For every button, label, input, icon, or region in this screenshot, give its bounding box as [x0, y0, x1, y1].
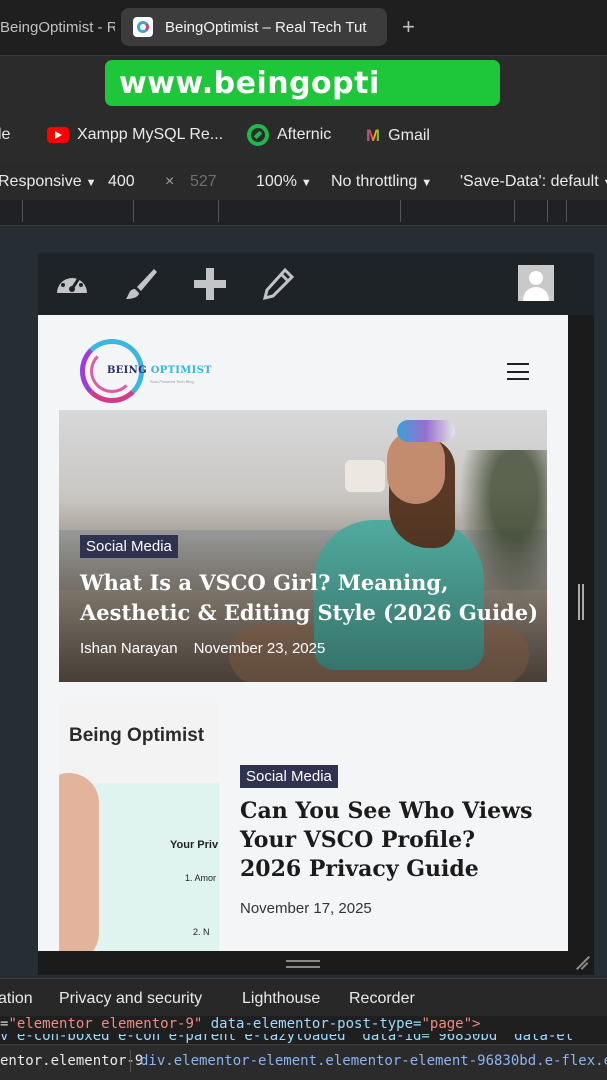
browser-tab-inactive[interactable]: BeingOptimist - R [0, 8, 115, 46]
wp-admin-bar [38, 253, 594, 315]
address-bar-row: www.beingopti [0, 55, 607, 108]
thumbnail-list-item: 2. N [193, 927, 210, 937]
attr-name: data-elementor-post-type= [210, 1016, 422, 1032]
menu-hamburger-icon[interactable] [507, 363, 529, 380]
site-logo[interactable]: BEING OPTIMIST Solo-Powered Tech Blog [80, 339, 212, 405]
bookmark-gmail[interactable]: M Gmail [366, 126, 430, 146]
attr-value: "elementor elementor-9" [8, 1016, 203, 1032]
bookmark-label: Xampp MySQL Re... [77, 126, 224, 143]
elements-breadcrumb: entor.elementor-9 div.elementor-element.… [0, 1044, 607, 1080]
thumbnail-list-item: 1. Amor [185, 873, 217, 883]
zoom-value: 100% [256, 173, 297, 190]
gmail-icon: M [366, 126, 381, 145]
device-ruler [0, 200, 607, 226]
elements-code-line[interactable]: ="elementor elementor-9" data-elementor-… [0, 1016, 607, 1034]
viewport-width-input[interactable]: 400 [108, 173, 135, 191]
featured-article-card[interactable]: Social Media What Is a VSCO Girl? Meanin… [59, 410, 547, 682]
attr-value: "page"> [421, 1016, 481, 1032]
save-data-value: 'Save-Data': default [460, 173, 599, 190]
viewport-right-gutter [568, 315, 594, 951]
browser-tab-active[interactable]: BeingOptimist – Real Tech Tut [121, 8, 387, 46]
customize-brush-icon[interactable] [123, 267, 159, 301]
tab-privacy-security[interactable]: Privacy and security [59, 990, 202, 1008]
bookmarks-bar: le Xampp MySQL Re... Afternic M Gmail [0, 108, 607, 163]
bookmark-label: Gmail [388, 127, 430, 144]
logo-tagline: Solo-Powered Tech Blog [150, 379, 194, 384]
bookmark-label: le [0, 126, 11, 143]
website-page: BEING OPTIMIST Solo-Powered Tech Blog So… [38, 315, 568, 951]
devtools-tab-bar: ation Privacy and security Lighthouse Re… [0, 978, 607, 1016]
tab-title: BeingOptimist – Real Tech Tut [165, 18, 367, 36]
article-thumbnail[interactable]: Being Optimist Your Priv 1. Amor 2. N [59, 703, 219, 951]
resize-handle-bottom[interactable] [286, 960, 320, 968]
bookmark-xampp[interactable]: Xampp MySQL Re... [47, 126, 223, 144]
breadcrumb-item[interactable]: entor.elementor-9 [0, 1053, 143, 1069]
elements-code-line-partial: v e-con-boxed e-con e-parent e-lazyloade… [0, 1034, 607, 1044]
chevron-down-icon: ▼ [85, 177, 97, 189]
tab-recorder[interactable]: Recorder [349, 990, 415, 1008]
youtube-icon [47, 127, 69, 143]
article-title[interactable]: What Is a VSCO Girl? Meaning, Aesthetic … [80, 568, 540, 628]
thumbnail-brand-text: Being Optimist [69, 725, 205, 746]
user-avatar[interactable] [518, 265, 554, 301]
viewport-height-input[interactable]: 527 [190, 173, 217, 191]
device-mode-select[interactable]: Responsive ▼ [0, 173, 97, 191]
throttling-select[interactable]: No throttling ▼ [331, 173, 432, 191]
resize-corner-icon[interactable] [574, 956, 588, 970]
zoom-select[interactable]: 100% ▼ [256, 173, 312, 191]
article-author[interactable]: Ishan Narayan [80, 640, 178, 657]
site-favicon-icon [133, 17, 153, 37]
bookmark-google[interactable]: le [0, 126, 10, 144]
url-highlight-overlay[interactable]: www.beingopti [105, 60, 500, 106]
add-new-icon[interactable] [192, 267, 228, 301]
afternic-icon [247, 124, 269, 146]
breadcrumb-item-selected[interactable]: div.elementor-element.elementor-element-… [140, 1053, 607, 1069]
dimension-separator: × [165, 173, 175, 190]
tab-title: BeingOptimist - R [0, 18, 115, 36]
device-toolbar: Responsive ▼ 400 × 527 100% ▼ No throttlin… [0, 163, 607, 200]
dashboard-icon[interactable] [54, 267, 90, 301]
chevron-down-icon: ▼ [300, 177, 312, 189]
category-badge[interactable]: Social Media [80, 535, 178, 558]
bookmark-afternic[interactable]: Afternic [247, 124, 331, 146]
category-badge[interactable]: Social Media [240, 765, 338, 788]
browser-tab-strip: BeingOptimist - R BeingOptimist – Real T… [0, 0, 607, 55]
chevron-down-icon: ▼ [603, 177, 607, 189]
chevron-down-icon: ▼ [421, 177, 433, 189]
save-data-select[interactable]: 'Save-Data': default ▼ [460, 173, 607, 191]
article-title[interactable]: Can You See Who Views Your VSCO Profile?… [240, 797, 540, 884]
article-date: November 17, 2025 [240, 900, 372, 917]
article-meta: Ishan Narayan November 23, 2025 [80, 640, 325, 657]
resize-handle-right[interactable] [578, 584, 584, 620]
tab-lighthouse[interactable]: Lighthouse [242, 990, 320, 1008]
edit-pencil-icon[interactable] [260, 267, 296, 301]
bookmark-label: Afternic [277, 126, 332, 143]
new-tab-plus-icon[interactable]: + [402, 14, 415, 40]
device-mode-value: Responsive [0, 173, 82, 190]
url-text: www.beingopti [119, 65, 380, 101]
thumbnail-subtitle: Your Priv [170, 839, 219, 851]
article-date: November 23, 2025 [193, 640, 326, 657]
logo-wordmark: BEING OPTIMIST [107, 365, 212, 376]
throttling-value: No throttling [331, 173, 418, 190]
tab-application[interactable]: ation [0, 990, 33, 1008]
